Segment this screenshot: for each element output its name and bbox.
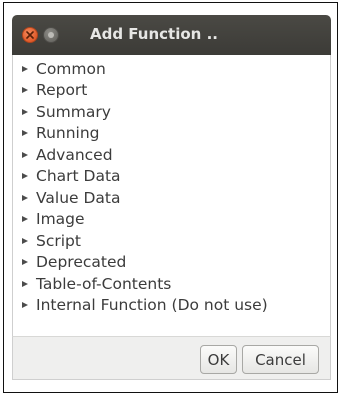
function-category-tree: Common Report Summary Running Advanced C… bbox=[13, 58, 330, 316]
expander-arrow-icon[interactable] bbox=[22, 216, 28, 223]
tree-item-image[interactable]: Image bbox=[13, 209, 330, 231]
ok-button[interactable]: OK bbox=[200, 345, 237, 374]
expander-arrow-icon[interactable] bbox=[22, 173, 28, 180]
tree-item-label: Advanced bbox=[36, 145, 113, 164]
tree-item-label: Deprecated bbox=[36, 253, 127, 272]
tree-item-label: Common bbox=[36, 59, 106, 78]
tree-item-running[interactable]: Running bbox=[13, 123, 330, 145]
dialog-title: Add Function .. bbox=[90, 25, 218, 43]
tree-item-label: Summary bbox=[36, 102, 111, 121]
close-button[interactable] bbox=[22, 27, 38, 43]
cancel-button[interactable]: Cancel bbox=[242, 345, 319, 374]
tree-item-table-of-contents[interactable]: Table-of-Contents bbox=[13, 273, 330, 295]
expander-arrow-icon[interactable] bbox=[22, 87, 28, 94]
tree-item-label: Script bbox=[36, 231, 81, 250]
tree-item-deprecated[interactable]: Deprecated bbox=[13, 252, 330, 274]
dialog-titlebar[interactable]: Add Function .. bbox=[12, 15, 331, 55]
expander-arrow-icon[interactable] bbox=[22, 130, 28, 137]
expander-arrow-icon[interactable] bbox=[22, 237, 28, 244]
tree-item-label: Running bbox=[36, 124, 100, 143]
tree-item-label: Image bbox=[36, 210, 85, 229]
minimize-button[interactable] bbox=[43, 27, 59, 43]
expander-arrow-icon[interactable] bbox=[22, 108, 28, 115]
tree-item-label: Internal Function (Do not use) bbox=[36, 296, 268, 315]
tree-item-internal-function[interactable]: Internal Function (Do not use) bbox=[13, 295, 330, 317]
expander-arrow-icon[interactable] bbox=[22, 302, 28, 309]
tree-item-label: Report bbox=[36, 81, 88, 100]
tree-item-script[interactable]: Script bbox=[13, 230, 330, 252]
function-tree-panel: Common Report Summary Running Advanced C… bbox=[12, 55, 331, 336]
tree-item-value-data[interactable]: Value Data bbox=[13, 187, 330, 209]
tree-item-label: Table-of-Contents bbox=[36, 274, 172, 293]
expander-arrow-icon[interactable] bbox=[22, 194, 28, 201]
tree-item-label: Chart Data bbox=[36, 167, 121, 186]
tree-item-common[interactable]: Common bbox=[13, 58, 330, 80]
expander-arrow-icon[interactable] bbox=[22, 259, 28, 266]
expander-arrow-icon[interactable] bbox=[22, 65, 28, 72]
expander-arrow-icon[interactable] bbox=[22, 280, 28, 287]
dialog-button-bar: OK Cancel bbox=[12, 336, 331, 380]
tree-item-advanced[interactable]: Advanced bbox=[13, 144, 330, 166]
close-icon bbox=[26, 31, 34, 39]
minimize-icon bbox=[48, 32, 54, 38]
tree-item-summary[interactable]: Summary bbox=[13, 101, 330, 123]
expander-arrow-icon[interactable] bbox=[22, 151, 28, 158]
tree-item-report[interactable]: Report bbox=[13, 80, 330, 102]
tree-item-chart-data[interactable]: Chart Data bbox=[13, 166, 330, 188]
tree-item-label: Value Data bbox=[36, 188, 121, 207]
